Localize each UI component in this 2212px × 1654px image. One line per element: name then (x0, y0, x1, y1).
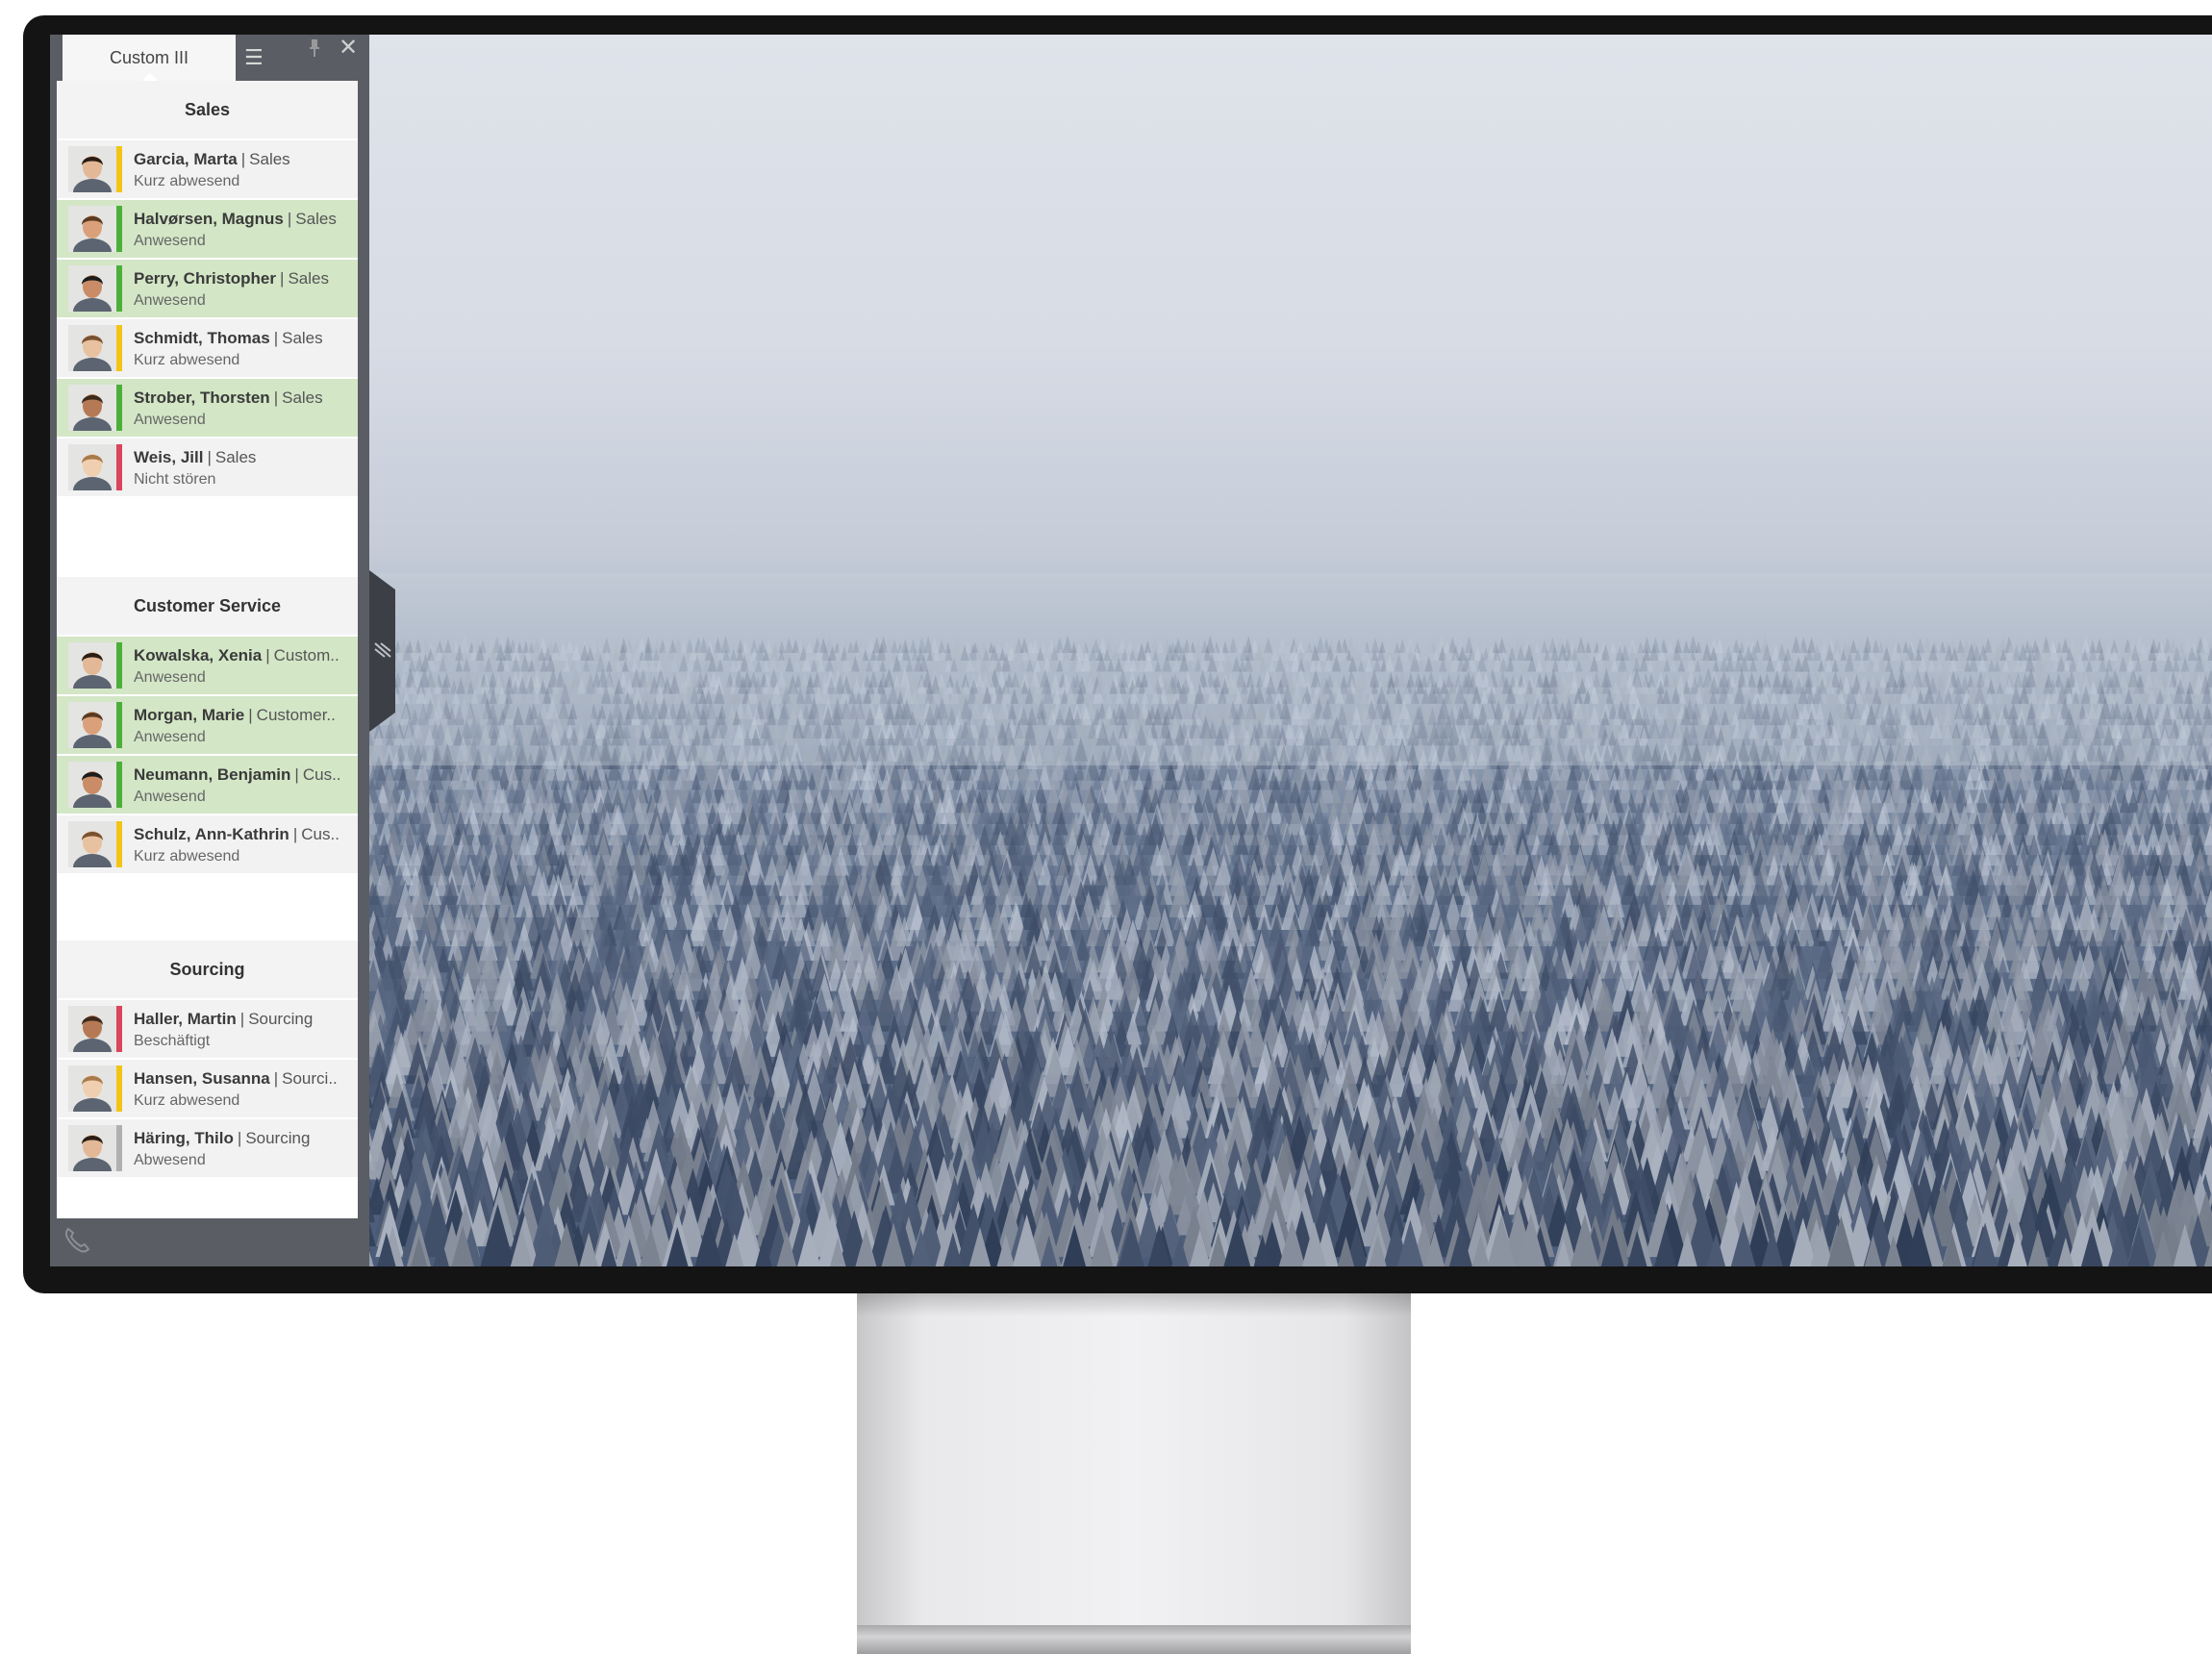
status-indicator (116, 702, 122, 748)
tab-label: Custom III (109, 47, 189, 67)
contact-status: Anwesend (134, 292, 206, 309)
phone-icon[interactable] (62, 1225, 92, 1256)
presence-panel: Custom III ☰ ✕ Sales Garcia, Marta | Sales… (50, 35, 369, 1266)
contact-name: Neumann, Benjamin (134, 765, 291, 784)
contact-item[interactable]: Häring, Thilo | Sourcing Abwesend (57, 1119, 358, 1177)
hamburger-menu-icon[interactable]: ☰ (244, 48, 265, 69)
panel-tab-bar: Custom III ☰ ✕ (50, 35, 369, 82)
contact-status: Anwesend (134, 669, 206, 686)
contact-status: Anwesend (134, 789, 206, 805)
contact-status: Beschäftigt (134, 1033, 211, 1049)
group-header: Customer Service (57, 577, 358, 635)
avatar (68, 265, 116, 312)
contact-item[interactable]: Weis, Jill | Sales Nicht stören (57, 439, 358, 496)
avatar (68, 762, 116, 808)
contact-department: Sales (214, 448, 257, 466)
contact-department: Sales (295, 210, 337, 228)
contact-department: Sourcing (248, 1010, 314, 1028)
contact-item[interactable]: Strober, Thorsten | Sales Anwesend (57, 379, 358, 437)
avatar (68, 702, 116, 748)
contact-status: Kurz abwesend (134, 848, 240, 865)
contact-name: Häring, Thilo (134, 1129, 234, 1147)
contact-name: Haller, Martin (134, 1010, 237, 1028)
status-indicator (116, 762, 122, 808)
desktop-wallpaper (369, 35, 2212, 1266)
contact-item[interactable]: Perry, Christopher | Sales Anwesend (57, 260, 358, 317)
contact-item[interactable]: Neumann, Benjamin | Cus.. Anwesend (57, 756, 358, 814)
avatar (68, 1125, 116, 1171)
status-indicator (116, 1065, 122, 1112)
contact-item[interactable]: Schulz, Ann-Kathrin | Cus.. Kurz abwesend (57, 815, 358, 873)
contact-name: Schulz, Ann-Kathrin (134, 825, 289, 843)
contact-department: Sales (288, 269, 329, 288)
status-indicator (116, 206, 122, 252)
avatar (68, 206, 116, 252)
contact-item[interactable]: Morgan, Marie | Customer.. Anwesend (57, 696, 358, 754)
contact-item[interactable]: Haller, Martin | Sourcing Beschäftigt (57, 1000, 358, 1058)
status-indicator (116, 146, 122, 192)
contact-item[interactable]: Schmidt, Thomas | Sales Kurz abwesend (57, 319, 358, 377)
status-indicator (116, 265, 122, 312)
avatar (68, 1065, 116, 1112)
contact-department: Cus.. (302, 765, 341, 784)
contact-item[interactable]: Halvørsen, Magnus | Sales Anwesend (57, 200, 358, 258)
status-indicator (116, 385, 122, 431)
contact-status: Kurz abwesend (134, 352, 240, 368)
avatar (68, 325, 116, 371)
contact-status: Kurz abwesend (134, 173, 240, 189)
contact-name: Strober, Thorsten (134, 388, 270, 407)
contact-name: Perry, Christopher (134, 269, 277, 288)
contact-department: Sales (249, 150, 290, 168)
contact-department: Sourci.. (282, 1069, 338, 1088)
contact-department: Sourcing (245, 1129, 311, 1147)
avatar (68, 642, 116, 689)
contact-department: Custom.. (273, 646, 339, 664)
status-indicator (116, 642, 122, 689)
contact-name: Morgan, Marie (134, 706, 245, 724)
status-indicator (116, 444, 122, 490)
contact-name: Weis, Jill (134, 448, 204, 466)
contact-name: Halvørsen, Magnus (134, 210, 284, 228)
contact-status: Anwesend (134, 729, 206, 745)
contact-department: Cus.. (301, 825, 339, 843)
contact-department: Customer.. (256, 706, 336, 724)
status-indicator (116, 1125, 122, 1171)
contact-department: Sales (282, 329, 323, 347)
collapse-panel-icon (371, 636, 394, 664)
avatar (68, 146, 116, 192)
contact-status: Nicht stören (134, 471, 216, 488)
contact-item[interactable]: Garcia, Marta | Sales Kurz abwesend (57, 140, 358, 198)
contact-item[interactable]: Kowalska, Xenia | Custom.. Anwesend (57, 637, 358, 694)
contact-name: Kowalska, Xenia (134, 646, 263, 664)
pin-icon[interactable] (308, 38, 321, 58)
contact-item[interactable]: Hansen, Susanna | Sourci.. Kurz abwesend (57, 1060, 358, 1117)
contact-department: Sales (282, 388, 323, 407)
avatar (68, 385, 116, 431)
contact-list: Sales Garcia, Marta | Sales Kurz abwesend (57, 81, 358, 1218)
monitor-stand (857, 1293, 1411, 1654)
group-header: Sourcing (57, 940, 358, 998)
status-indicator (116, 1006, 122, 1052)
tab-custom-iii[interactable]: Custom III (63, 35, 236, 82)
status-indicator (116, 325, 122, 371)
contact-status: Kurz abwesend (134, 1092, 240, 1109)
contact-status: Anwesend (134, 233, 206, 249)
avatar (68, 444, 116, 490)
close-icon[interactable]: ✕ (339, 36, 360, 59)
contact-status: Abwesend (134, 1152, 206, 1168)
group-header: Sales (57, 81, 358, 138)
avatar (68, 821, 116, 867)
contact-name: Schmidt, Thomas (134, 329, 270, 347)
contact-name: Hansen, Susanna (134, 1069, 270, 1088)
contact-status: Anwesend (134, 412, 206, 428)
contact-name: Garcia, Marta (134, 150, 238, 168)
avatar (68, 1006, 116, 1052)
status-indicator (116, 821, 122, 867)
collapse-panel-handle[interactable] (369, 570, 395, 732)
